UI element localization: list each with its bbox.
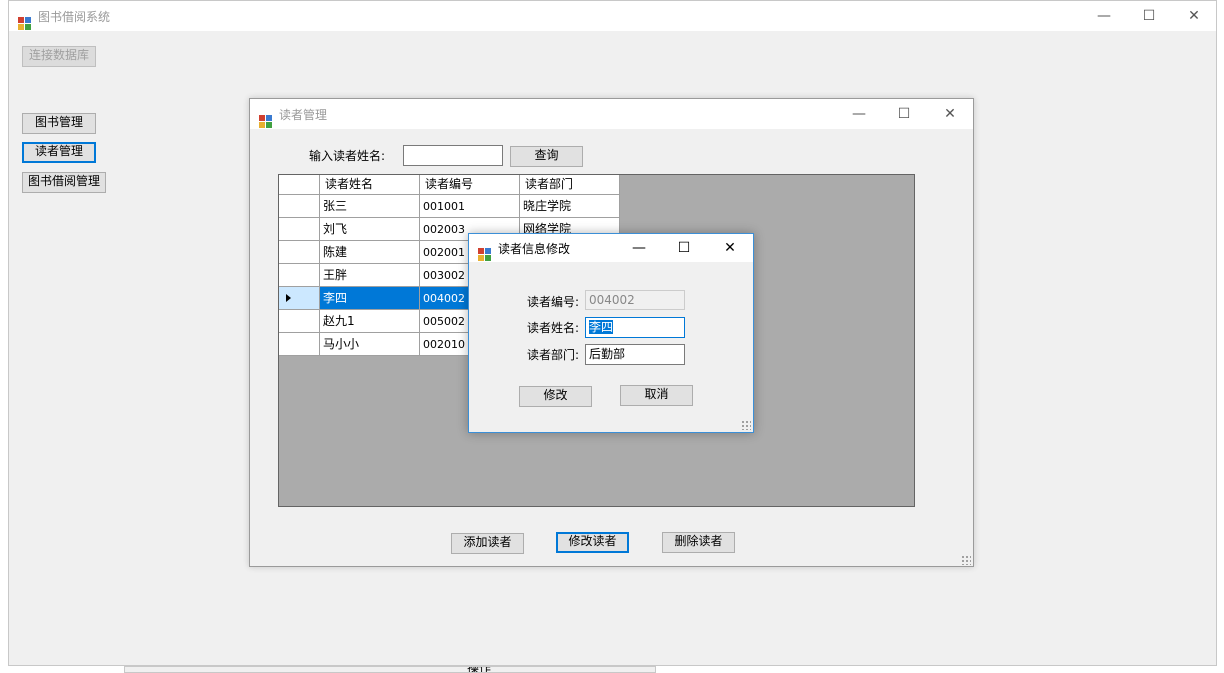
minimize-icon[interactable]: —	[1081, 1, 1127, 31]
grid-cell[interactable]: 001001	[420, 195, 520, 218]
cancel-edit-button[interactable]: 取消	[620, 385, 693, 406]
resize-grip-icon[interactable]	[741, 420, 751, 430]
edit-reader-button[interactable]: 修改读者	[556, 532, 629, 553]
row-header[interactable]	[279, 333, 320, 356]
maximize-icon[interactable]: ☐	[661, 234, 707, 262]
minimize-icon[interactable]: —	[836, 99, 882, 129]
dialog-title: 读者信息修改	[498, 242, 571, 256]
grid-cell[interactable]: 陈建	[320, 241, 420, 264]
row-header[interactable]	[279, 287, 320, 310]
search-button[interactable]: 查询	[510, 146, 583, 167]
resize-grip-icon[interactable]	[961, 555, 971, 565]
reader-name-field[interactable]: 李四	[585, 317, 685, 338]
reader-dept-label: 读者部门:	[527, 348, 580, 362]
search-label: 输入读者姓名:	[309, 149, 386, 163]
reader-name-label: 读者姓名:	[527, 321, 580, 335]
column-header-dept[interactable]: 读者部门	[520, 175, 620, 195]
add-reader-button[interactable]: 添加读者	[451, 533, 524, 554]
main-titlebar[interactable]: 图书借阅系统 — ☐ ✕	[9, 1, 1216, 31]
row-header[interactable]	[279, 264, 320, 287]
bottom-fragment-text: 操作	[467, 666, 492, 673]
column-header-name[interactable]: 读者姓名	[320, 175, 420, 195]
row-header[interactable]	[279, 195, 320, 218]
grid-cell[interactable]: 李四	[320, 287, 420, 310]
app-icon	[18, 17, 32, 31]
reader-titlebar[interactable]: 读者管理 — ☐ ✕	[250, 99, 973, 129]
grid-cell[interactable]: 晓庄学院	[520, 195, 620, 218]
reader-id-field: 004002	[585, 290, 685, 310]
borrow-management-button[interactable]: 图书借阅管理	[22, 172, 106, 193]
grid-cell[interactable]: 马小小	[320, 333, 420, 356]
grid-cell[interactable]: 刘飞	[320, 218, 420, 241]
main-title: 图书借阅系统	[38, 10, 111, 24]
close-icon[interactable]: ✕	[1171, 1, 1217, 31]
row-header[interactable]	[279, 218, 320, 241]
book-management-button[interactable]: 图书管理	[22, 113, 96, 134]
confirm-edit-button[interactable]: 修改	[519, 386, 592, 407]
column-header-id[interactable]: 读者编号	[420, 175, 520, 195]
reader-id-label: 读者编号:	[527, 295, 580, 309]
app-icon	[478, 248, 492, 262]
grid-corner-header[interactable]	[279, 175, 320, 195]
grid-cell[interactable]: 王胖	[320, 264, 420, 287]
search-input[interactable]	[403, 145, 503, 166]
row-header[interactable]	[279, 310, 320, 333]
app-icon	[259, 115, 273, 129]
reader-management-button[interactable]: 读者管理	[22, 142, 96, 163]
close-icon[interactable]: ✕	[707, 234, 753, 262]
reader-edit-dialog: 读者信息修改 — ☐ ✕ 读者编号: 004002 读者姓名: 李四 读者部门:…	[468, 233, 754, 433]
current-row-arrow-icon	[286, 294, 291, 302]
reader-dept-field[interactable]: 后勤部	[585, 344, 685, 365]
minimize-icon[interactable]: —	[616, 234, 662, 262]
dialog-titlebar[interactable]: 读者信息修改 — ☐ ✕	[469, 234, 753, 262]
reader-title: 读者管理	[279, 108, 328, 122]
reader-name-selected-text: 李四	[589, 320, 614, 334]
bottom-hidden-strip: 操作	[124, 666, 656, 673]
maximize-icon[interactable]: ☐	[881, 99, 927, 129]
maximize-icon[interactable]: ☐	[1126, 1, 1172, 31]
connect-db-button[interactable]: 连接数据库	[22, 46, 96, 67]
row-header[interactable]	[279, 241, 320, 264]
close-icon[interactable]: ✕	[927, 99, 973, 129]
delete-reader-button[interactable]: 删除读者	[662, 532, 735, 553]
grid-cell[interactable]: 赵九1	[320, 310, 420, 333]
grid-cell[interactable]: 张三	[320, 195, 420, 218]
